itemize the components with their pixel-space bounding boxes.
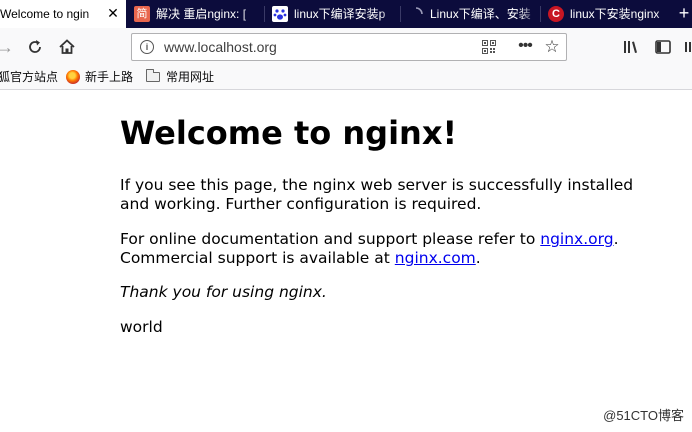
bookmark-star-icon[interactable]: ☆ <box>542 34 562 60</box>
baidu-paw-icon <box>272 6 288 22</box>
url-bar[interactable]: i www.localhost.org ••• ☆ <box>131 33 567 61</box>
folder-icon <box>146 69 160 82</box>
loading-spinner-icon <box>408 6 424 22</box>
thanks-text: Thank you for using nginx. <box>120 283 327 301</box>
bookmark-common-sites[interactable]: 常用网址 <box>166 66 214 89</box>
more-actions-icon[interactable]: ••• <box>514 34 536 58</box>
tab-linux-compile-p[interactable]: linux下编译安装p <box>264 0 398 28</box>
site-info-icon[interactable]: i <box>140 40 154 54</box>
csdn-icon: C <box>548 6 564 22</box>
library-icon[interactable] <box>620 36 642 58</box>
firefox-icon <box>66 70 80 84</box>
qr-code-icon[interactable] <box>482 40 496 54</box>
extra-text: world <box>120 318 163 336</box>
intro-paragraph: If you see this page, the nginx web serv… <box>120 176 634 213</box>
tab-label: Linux下编译、安装 <box>430 7 531 21</box>
tab-strip: Welcome to ngin ✕ 简 解决 重启nginx: [ linux下… <box>0 0 692 28</box>
page-title: Welcome to nginx! <box>120 114 458 152</box>
tab-label: linux下安装nginx <box>570 7 660 21</box>
tab-linux-install[interactable]: Linux下编译、安装 <box>400 0 538 28</box>
nginx-com-link[interactable]: nginx.com <box>395 249 476 267</box>
tab-label: linux下编译安装p <box>294 7 386 21</box>
forward-arrow-icon[interactable]: → <box>0 36 16 58</box>
overflow-menu-icon[interactable] <box>682 36 692 58</box>
bookmark-official-site[interactable]: 狐官方站点 <box>0 66 58 89</box>
url-text[interactable]: www.localhost.org <box>164 34 277 60</box>
reload-icon[interactable] <box>24 36 46 58</box>
new-tab-plus-icon[interactable]: + <box>676 0 692 28</box>
jianshu-icon: 简 <box>134 6 150 22</box>
documentation-paragraph: For online documentation and support ple… <box>120 230 619 267</box>
nginx-org-link[interactable]: nginx.org <box>540 230 613 248</box>
bookmark-getting-started[interactable]: 新手上路 <box>85 66 133 89</box>
tab-nginx-restart[interactable]: 简 解决 重启nginx: [ <box>126 0 260 28</box>
navigation-toolbar: → i www.localhost.org ••• ☆ <box>0 28 692 66</box>
bookmarks-toolbar: 狐官方站点 新手上路 常用网址 <box>0 66 692 90</box>
tab-label: 解决 重启nginx: [ <box>156 7 247 21</box>
home-icon[interactable] <box>56 36 78 58</box>
watermark: @51CTO博客 <box>603 408 684 423</box>
sidebar-icon[interactable] <box>652 36 674 58</box>
tab-welcome-nginx[interactable]: Welcome to ngin ✕ <box>0 0 126 28</box>
close-icon[interactable]: ✕ <box>106 6 120 20</box>
tab-linux-install-nginx[interactable]: C linux下安装nginx <box>540 0 674 28</box>
